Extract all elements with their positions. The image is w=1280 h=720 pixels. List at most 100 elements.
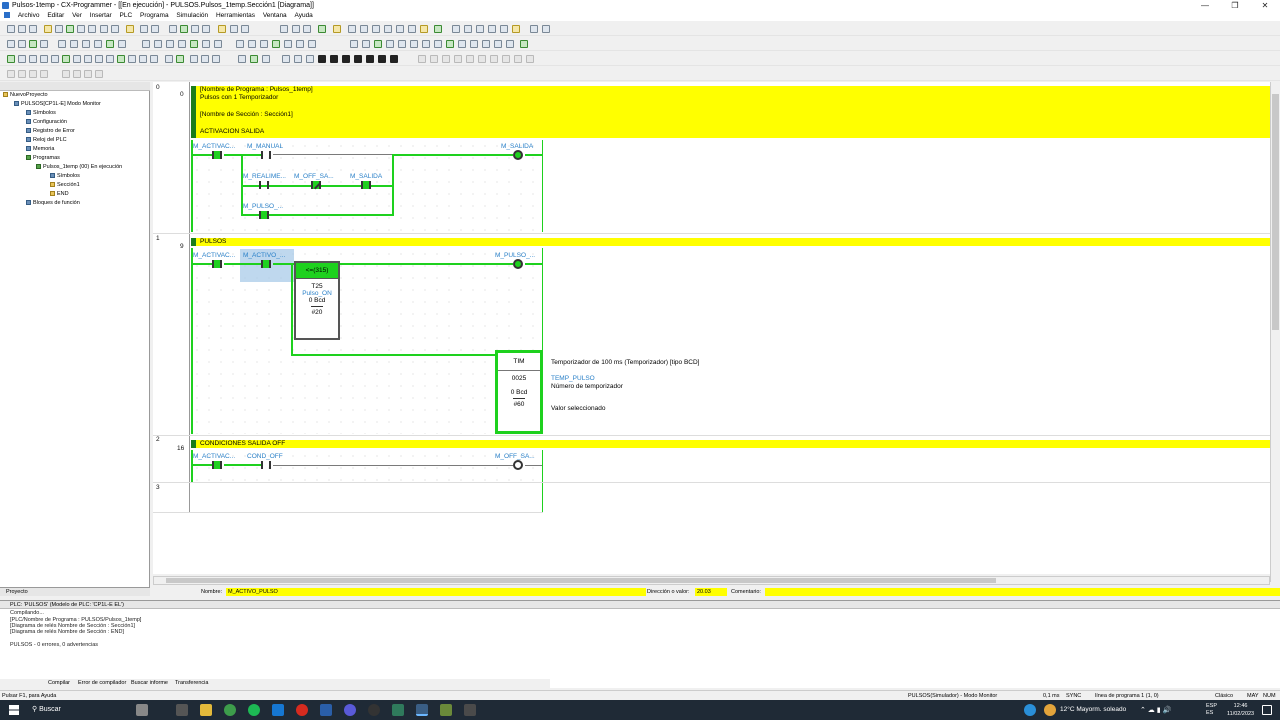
toolbar-button-icon[interactable] [29, 25, 37, 33]
notifications-icon[interactable] [1262, 705, 1272, 715]
toolbar-button-icon[interactable] [280, 25, 288, 33]
menu-archivo[interactable]: Archivo [18, 12, 40, 19]
terminal-icon[interactable] [392, 704, 404, 716]
toolbar-button-icon[interactable] [476, 25, 484, 33]
toolbar-button-icon[interactable] [458, 40, 466, 48]
contact-m-salida[interactable] [361, 181, 371, 189]
toolbar-button-icon[interactable] [434, 25, 442, 33]
toolbar-button-icon[interactable] [151, 25, 159, 33]
toolbar-button-icon[interactable] [7, 40, 15, 48]
toolbar-button-icon[interactable] [470, 40, 478, 48]
toolbar-button-icon[interactable] [169, 25, 177, 33]
toolbar-button-icon[interactable] [420, 25, 428, 33]
opera-icon[interactable] [296, 704, 308, 716]
toolbar-button-icon[interactable] [241, 25, 249, 33]
menu-ver[interactable]: Ver [72, 12, 82, 19]
toolbar-button-icon[interactable] [348, 25, 356, 33]
toolbar-button-icon[interactable] [201, 55, 209, 63]
toolbar-button-icon[interactable] [396, 25, 404, 33]
spotify-icon[interactable] [248, 704, 260, 716]
toolbar-button-icon[interactable] [18, 40, 26, 48]
toolbar-button-icon[interactable] [342, 55, 350, 63]
coil-m-off-sa[interactable] [513, 460, 523, 470]
toolbar-button-icon[interactable] [140, 25, 148, 33]
toolbar-button-icon[interactable] [434, 40, 442, 48]
toolbar-button-icon[interactable] [18, 55, 26, 63]
toolbar-button-icon[interactable] [452, 25, 460, 33]
toolbar-button-icon[interactable] [478, 55, 486, 63]
name-field[interactable]: M_ACTIVO_PULSO [226, 588, 646, 596]
toolbar-button-icon[interactable] [482, 40, 490, 48]
toolbar-button-icon[interactable] [128, 55, 136, 63]
tree-program[interactable]: Pulsos_1temp (00) En ejecución [36, 163, 122, 171]
toolbar-button-icon[interactable] [292, 25, 300, 33]
toolbar-button-icon[interactable] [180, 25, 188, 33]
scroll-thumb[interactable] [1272, 94, 1279, 330]
toolbar-button-icon[interactable] [218, 25, 226, 33]
tree-function-blocks[interactable]: Bloques de función [26, 199, 80, 207]
toolbar-button-icon[interactable] [350, 40, 358, 48]
toolbar-button-icon[interactable] [318, 25, 326, 33]
ladder-editor[interactable]: 0 0 [Nombre de Programa : Pulsos_1temp] … [153, 82, 1270, 574]
toolbar-button-icon[interactable] [117, 55, 125, 63]
toolbar-button-icon[interactable] [40, 40, 48, 48]
toolbar-button-icon[interactable] [118, 40, 126, 48]
toolbar-button-icon[interactable] [178, 40, 186, 48]
menu-ventana[interactable]: Ventana [263, 12, 287, 19]
app-icon[interactable] [464, 704, 476, 716]
menu-ayuda[interactable]: Ayuda [294, 12, 312, 19]
scroll-thumb[interactable] [166, 578, 996, 583]
toolbar-button-icon[interactable] [51, 55, 59, 63]
toolbar-button-icon[interactable] [73, 55, 81, 63]
toolbar-button-icon[interactable] [236, 40, 244, 48]
minimize-button[interactable]: — [1190, 0, 1220, 11]
toolbar-button-icon[interactable] [88, 25, 96, 33]
contact-m-off-sa[interactable] [311, 181, 321, 189]
tree-item-programas[interactable]: Programas [26, 154, 60, 162]
toolbar-button-icon[interactable] [18, 25, 26, 33]
tab-error-compilador[interactable]: Error de compilador [78, 679, 126, 688]
tree-item-registro[interactable]: Registro de Error [26, 127, 75, 135]
toolbar-button-icon[interactable] [514, 55, 522, 63]
toolbar-button-icon[interactable] [190, 40, 198, 48]
tree-item-configuracion[interactable]: Configuración [26, 118, 67, 126]
toolbar-button-icon[interactable] [490, 55, 498, 63]
toolbar-button-icon[interactable] [360, 25, 368, 33]
toolbar-button-icon[interactable] [55, 25, 63, 33]
tree-program-end[interactable]: END [50, 190, 69, 198]
toolbar-button-icon[interactable] [238, 55, 246, 63]
tab-transferencia[interactable]: Transferencia [175, 679, 208, 688]
toolbar-button-icon[interactable] [44, 25, 52, 33]
toolbar-button-icon[interactable] [82, 40, 90, 48]
toolbar-button-icon[interactable] [542, 25, 550, 33]
taskbar-app-icon[interactable] [136, 704, 148, 716]
clock[interactable]: 12:46 11/02/2023 [1227, 702, 1254, 718]
toolbar-button-icon[interactable] [62, 70, 70, 78]
contact-m-manual[interactable] [261, 151, 271, 159]
cx-programmer-icon[interactable] [416, 704, 428, 716]
toolbar-button-icon[interactable] [446, 40, 454, 48]
file-explorer-icon[interactable] [200, 704, 212, 716]
toolbar-button-icon[interactable] [390, 55, 398, 63]
tree-program-seccion1[interactable]: Sección1 [50, 181, 80, 189]
toolbar-button-icon[interactable] [294, 55, 302, 63]
toolbar-button-icon[interactable] [466, 55, 474, 63]
toolbar-button-icon[interactable] [454, 55, 462, 63]
toolbar-button-icon[interactable] [106, 40, 114, 48]
toolbar-button-icon[interactable] [282, 55, 290, 63]
toolbar-button-icon[interactable] [410, 40, 418, 48]
toolbar-button-icon[interactable] [384, 25, 392, 33]
help-icon[interactable] [1024, 704, 1036, 716]
toolbar-button-icon[interactable] [250, 55, 258, 63]
toolbar-button-icon[interactable] [95, 55, 103, 63]
mail-icon[interactable] [272, 704, 284, 716]
toolbar-button-icon[interactable] [512, 25, 520, 33]
toolbar-button-icon[interactable] [29, 70, 37, 78]
toolbar-button-icon[interactable] [66, 25, 74, 33]
toolbar-button-icon[interactable] [366, 55, 374, 63]
task-view-icon[interactable] [176, 704, 188, 716]
toolbar-button-icon[interactable] [464, 25, 472, 33]
toolbar-button-icon[interactable] [422, 40, 430, 48]
toolbar-button-icon[interactable] [354, 55, 362, 63]
tab-compilar[interactable]: Compilar [48, 679, 70, 688]
